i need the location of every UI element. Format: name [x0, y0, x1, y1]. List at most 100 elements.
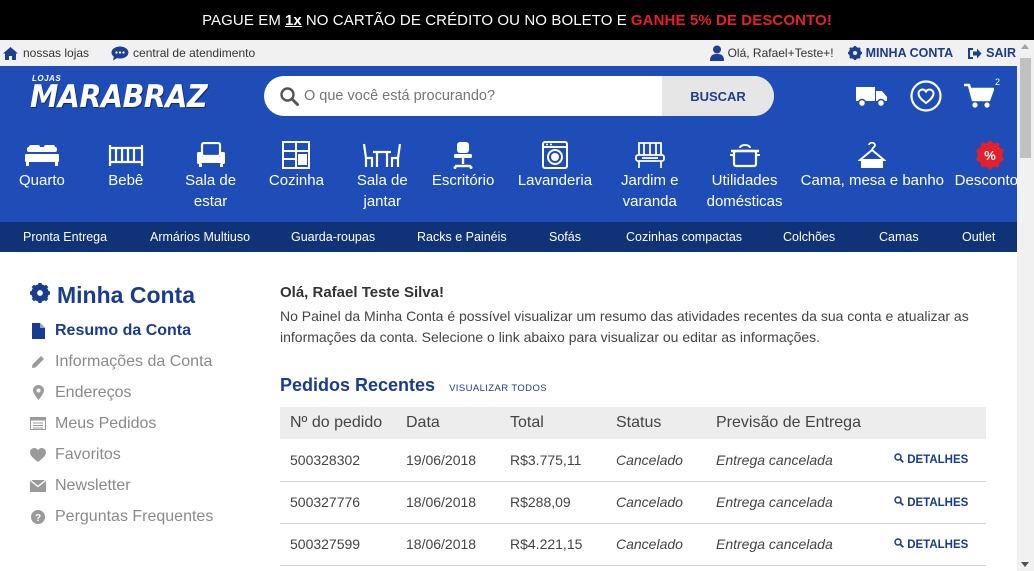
pot-icon — [729, 140, 760, 170]
logout-label: SAIR — [986, 46, 1016, 60]
my-account-label: MINHA CONTA — [865, 46, 954, 60]
recent-orders-header: Pedidos Recentes VISUALIZAR TODOS — [280, 375, 986, 396]
category-utilidades-domesticas[interactable]: Utilidades domésticas — [691, 130, 799, 222]
category-cozinha[interactable]: Cozinha — [254, 130, 340, 222]
home-icon — [2, 46, 19, 61]
order-delivery: Entrega cancelada — [716, 523, 894, 566]
category-label: Lavanderia — [517, 172, 593, 189]
gear-icon — [847, 46, 862, 60]
site-header: LOJAS MARABRAZ BUSCAR 2 — [0, 66, 1034, 130]
subnav-item[interactable]: Racks e Painéis — [417, 230, 507, 244]
order-details-link[interactable]: DETALHES — [894, 481, 986, 524]
sign-out-icon — [967, 47, 982, 60]
order-status: Cancelado — [616, 439, 716, 482]
sidebar-item-label: Resumo da Conta — [55, 321, 192, 339]
subnav-item[interactable]: Sofás — [549, 230, 581, 244]
subnav-item[interactable]: Camas — [879, 230, 919, 244]
order-id: 500328302 — [280, 439, 406, 482]
washing-machine-icon — [541, 140, 568, 170]
page-scrollbar[interactable] — [1017, 40, 1034, 571]
sidebar-item-favoritos[interactable]: Favoritos — [30, 439, 260, 470]
account-sidebar: Minha Conta Resumo da Conta Informações … — [30, 282, 260, 532]
search-button[interactable]: BUSCAR — [662, 76, 774, 116]
stores-label: nossas lojas — [23, 46, 90, 60]
column-header: Data — [406, 407, 510, 439]
subnav-item[interactable]: Outlet — [962, 230, 995, 244]
promo-banner: PAGUE EM 1x NO CARTÃO DE CRÉDITO OU NO B… — [0, 0, 1034, 40]
sidebar-item-pedidos[interactable]: Meus Pedidos — [30, 408, 260, 439]
column-header-actions — [894, 407, 986, 439]
order-details-label: DETALHES — [907, 454, 969, 467]
greeting-label: Olá, Rafael+Teste+! — [727, 46, 834, 60]
dashboard-intro: No Painel da Minha Conta é possível visu… — [280, 308, 969, 345]
category-sala-de-estar[interactable]: Sala de estar — [168, 130, 254, 222]
sidebar-item-label: Informações da Conta — [55, 352, 213, 370]
order-id: 500327599 — [280, 523, 406, 566]
sidebar-item-faq[interactable]: ? Perguntas Frequentes — [30, 501, 260, 532]
sidebar-item-newsletter[interactable]: Newsletter — [30, 470, 260, 501]
cart-button[interactable]: 2 — [964, 77, 1000, 114]
office-chair-icon — [452, 140, 474, 170]
category-sala-de-jantar[interactable]: Sala de jantar — [339, 130, 425, 222]
category-lavanderia[interactable]: Lavanderia — [501, 130, 609, 222]
category-cama-mesa-e-banho[interactable]: Cama, mesa e banho — [798, 130, 946, 222]
category-label: Sala de jantar — [356, 172, 408, 210]
scrollbar-thumb[interactable] — [1020, 58, 1031, 158]
sidebar-item-informacoes[interactable]: Informações da Conta — [30, 346, 260, 377]
subnav-item[interactable]: Armários Multiuso — [150, 230, 250, 244]
cart-icon — [964, 83, 995, 113]
order-details-link[interactable]: DETALHES — [894, 523, 986, 566]
column-header: Total — [510, 407, 616, 439]
user-greeting[interactable]: Olá, Rafael+Teste+! — [709, 45, 834, 61]
my-account-link[interactable]: MINHA CONTA — [847, 46, 954, 60]
table-row: 500328302 19/06/2018 R$3.775,11 Cancelad… — [280, 439, 986, 482]
order-details-label: DETALHES — [907, 538, 969, 551]
category-bebe[interactable]: Bebê — [84, 130, 168, 222]
chat-icon — [111, 46, 129, 61]
promo-highlight: GANHE 5% DE DESCONTO! — [630, 11, 832, 29]
sidebar-item-label: Favoritos — [55, 445, 121, 463]
scroll-up-arrow-icon[interactable] — [1021, 44, 1029, 49]
recent-orders-title: Pedidos Recentes — [280, 375, 436, 395]
hanger-icon — [858, 140, 887, 170]
subnav-item[interactable]: Cozinhas compactas — [626, 230, 742, 244]
service-link[interactable]: central de atendimento — [111, 46, 255, 61]
utility-bar: nossas lojas central de atendimento Olá,… — [0, 40, 1034, 66]
sub-navigation: Pronta Entrega Armários Multiuso Guarda-… — [0, 222, 1034, 252]
order-total: R$3.775,11 — [510, 439, 616, 482]
order-details-link[interactable]: DETALHES — [894, 439, 986, 482]
envelope-icon — [30, 479, 46, 492]
promo-installments: 1x — [284, 11, 302, 29]
delivery-truck-icon[interactable] — [856, 84, 888, 113]
account-dashboard: Olá, Rafael Teste Silva! No Painel da Mi… — [280, 284, 986, 566]
category-jardim-e-varanda[interactable]: Jardim e varanda — [609, 130, 691, 222]
view-all-orders-link[interactable]: VISUALIZAR TODOS — [449, 383, 547, 394]
category-escritorio[interactable]: Escritório — [425, 130, 501, 222]
favorites-heart-icon[interactable] — [910, 80, 942, 117]
sidebar-item-enderecos[interactable]: Endereços — [30, 377, 260, 408]
search-input[interactable] — [304, 76, 662, 116]
category-label: Cama, mesa e banho — [800, 172, 945, 189]
sidebar-item-resumo[interactable]: Resumo da Conta — [30, 315, 260, 346]
user-icon — [709, 45, 724, 61]
welcome-heading: Olá, Rafael Teste Silva! — [280, 284, 444, 301]
zoom-icon — [894, 453, 904, 466]
armchair-icon — [196, 140, 225, 170]
order-date: 18/06/2018 — [406, 481, 510, 524]
order-total: R$288,09 — [510, 481, 616, 524]
category-quarto[interactable]: Quarto — [0, 130, 84, 222]
zoom-icon — [894, 537, 904, 551]
category-label: Escritório — [431, 172, 495, 189]
site-logo[interactable]: LOJAS MARABRAZ — [30, 74, 223, 113]
gear-icon — [30, 282, 50, 309]
subnav-item[interactable]: Colchões — [783, 230, 835, 244]
kitchen-icon — [282, 140, 311, 170]
column-header: Previsão de Entrega — [716, 407, 894, 439]
scroll-down-arrow-icon[interactable] — [1021, 562, 1029, 567]
table-header-row: Nº do pedido Data Total Status Previsão … — [280, 407, 986, 439]
logout-link[interactable]: SAIR — [967, 46, 1016, 60]
sidebar-title: Minha Conta — [30, 282, 260, 309]
subnav-item[interactable]: Guarda-roupas — [291, 230, 375, 244]
subnav-item[interactable]: Pronta Entrega — [23, 230, 107, 244]
stores-link[interactable]: nossas lojas — [2, 46, 89, 61]
